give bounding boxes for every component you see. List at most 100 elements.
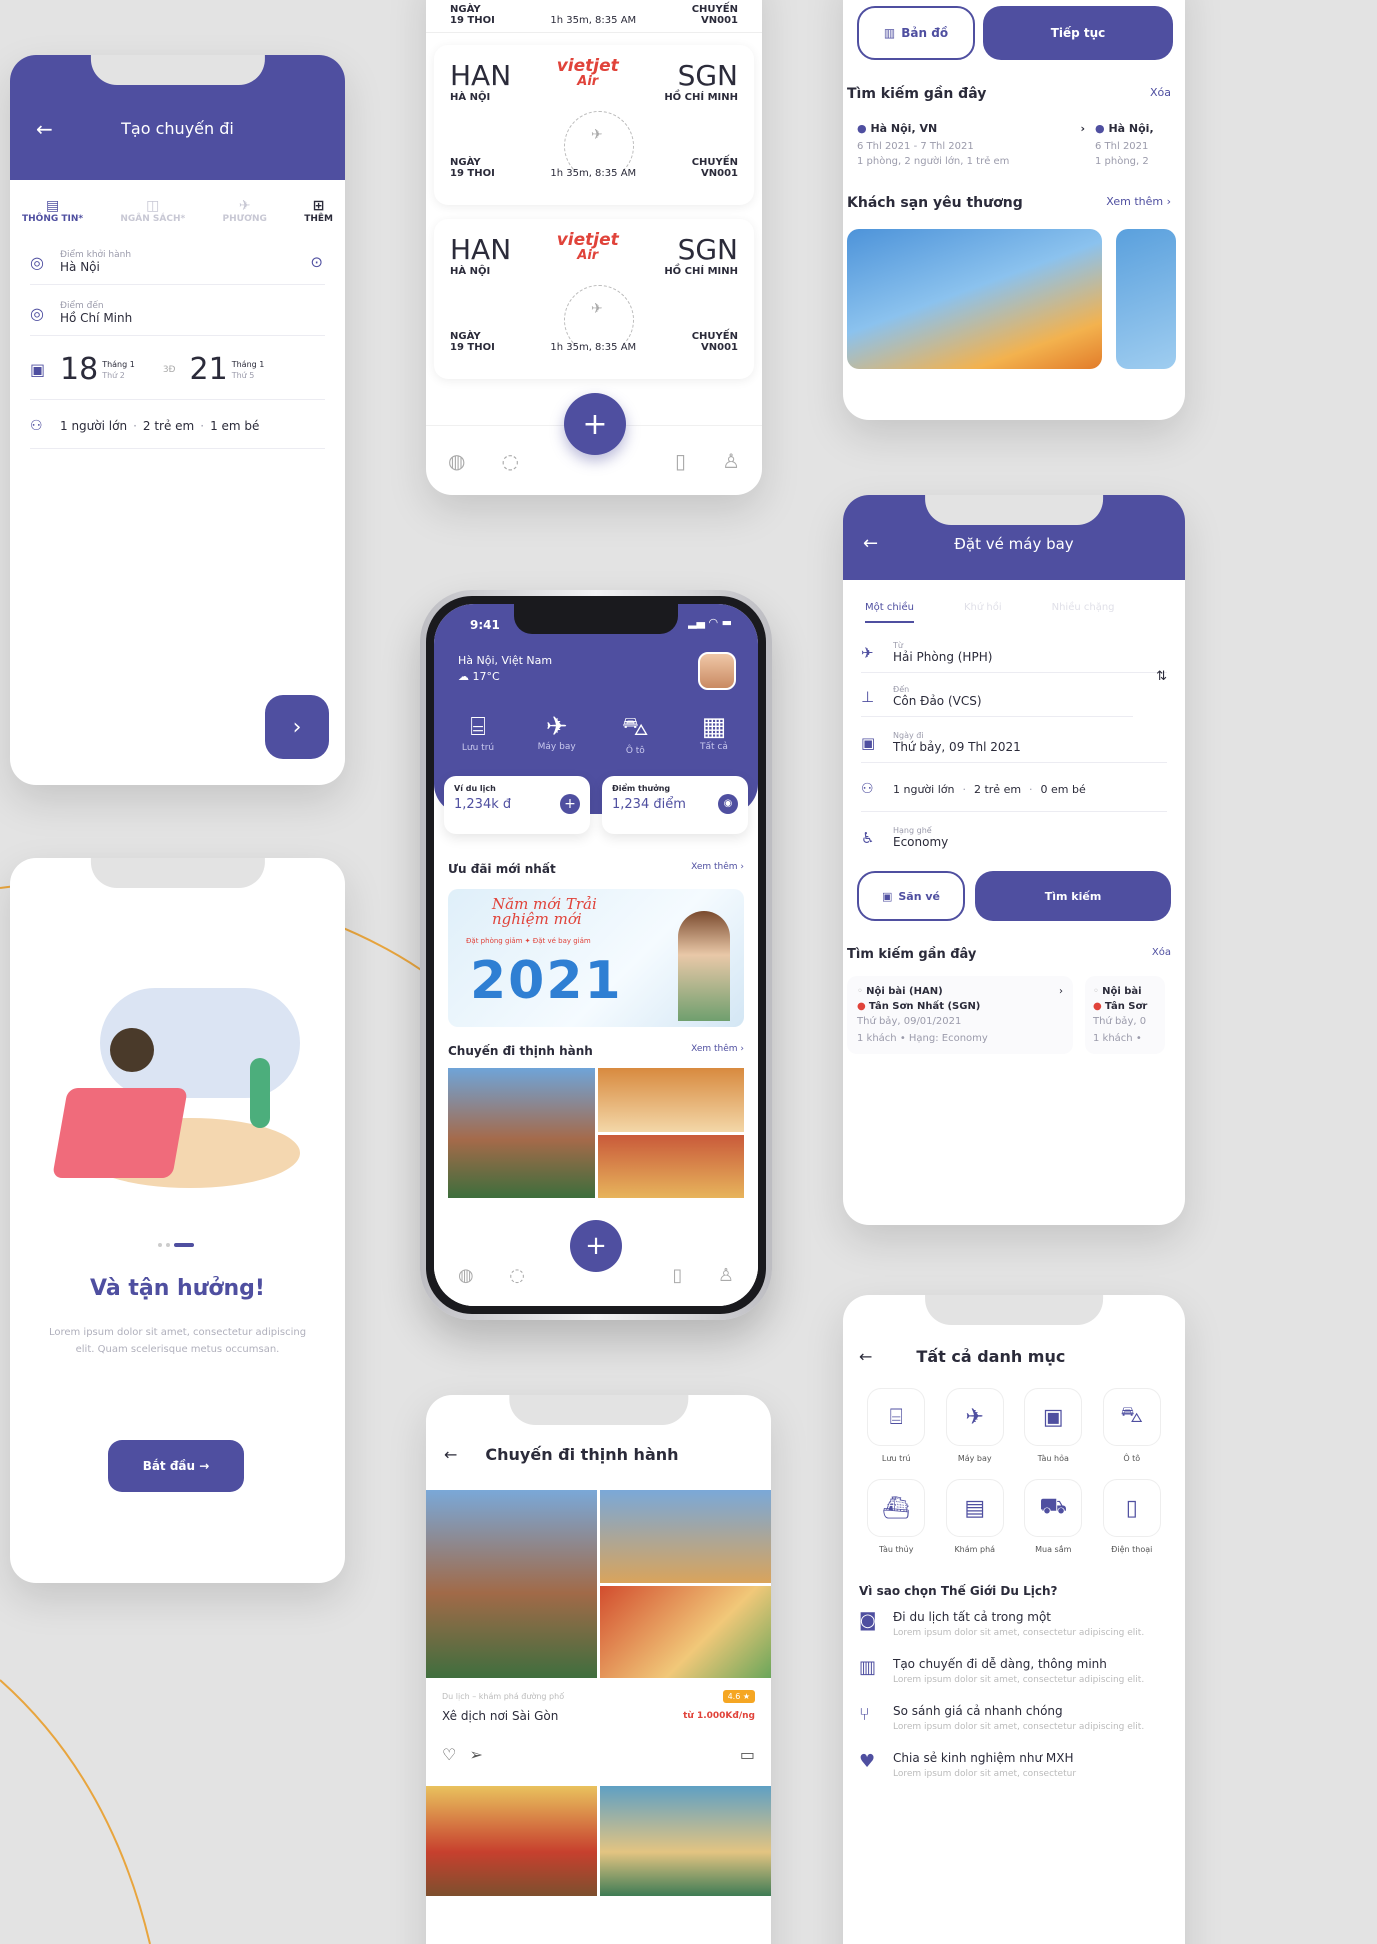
category-lodging[interactable]: ⌸ Lưu trú xyxy=(857,1388,936,1463)
add-button[interactable]: + xyxy=(570,1220,622,1272)
tab-transport[interactable]: ✈ PHƯƠNG xyxy=(222,198,266,224)
category-car[interactable]: ⛍ Ô tô xyxy=(1093,1388,1172,1463)
trip-photos[interactable] xyxy=(426,1786,771,1896)
landing-icon: ⊥ xyxy=(861,687,875,706)
swap-icon[interactable]: ⇅ xyxy=(1156,669,1167,684)
hotel-image[interactable] xyxy=(1116,229,1176,369)
luggage-icon[interactable]: ▯ xyxy=(672,1265,682,1286)
map-button[interactable]: ▥ Bản đồ xyxy=(857,6,975,60)
car-icon: ⛍ xyxy=(1102,1388,1161,1446)
to-field[interactable]: ⊥ Đến Côn Đảo (VCS) xyxy=(861,673,1133,717)
onboarding-screen: Và tận hưởng! Lorem ipsum dolor sit amet… xyxy=(10,858,345,1583)
category-shopping[interactable]: ⛟ Mua sắm xyxy=(1014,1479,1093,1554)
globe-icon[interactable]: ◍ xyxy=(458,1265,474,1286)
category-all[interactable]: ▦ Tất cả xyxy=(684,712,744,756)
chat-icon[interactable]: ◌ xyxy=(502,449,519,473)
points-card[interactable]: Điểm thưởng 1,234 điểm ◉ xyxy=(602,776,748,834)
tab-budget[interactable]: ◫ NGÂN SÁCH* xyxy=(120,198,185,224)
profile-icon[interactable]: ♙ xyxy=(722,449,740,473)
back-arrow-icon[interactable]: ← xyxy=(859,1347,872,1366)
departure-field[interactable]: ◎ Điểm khởi hành Hà Nội ⊙ xyxy=(30,234,325,285)
hotel-image[interactable] xyxy=(847,229,1102,369)
flight-card-partial[interactable]: NGÀY 19 THOI 1h 35m, 8:35 AM CHUYẾN VN00… xyxy=(426,0,762,33)
cloud-icon: ☁ xyxy=(458,670,469,683)
category-flight[interactable]: ✈ Máy bay xyxy=(936,1388,1015,1463)
pin-icon: ● xyxy=(1093,1001,1102,1012)
see-more-link[interactable]: Xem thêm › xyxy=(691,862,744,876)
profile-icon[interactable]: ♙ xyxy=(718,1265,734,1286)
add-button[interactable]: + xyxy=(564,393,626,455)
bed-icon: ⌸ xyxy=(867,1388,926,1446)
category-car[interactable]: ⛍ Ô tô xyxy=(605,712,665,756)
wallet-card[interactable]: Ví du lịch 1,234k đ + xyxy=(444,776,590,834)
from-field[interactable]: ✈ Từ Hải Phòng (HPH) ⇅ xyxy=(861,629,1167,684)
luggage-icon[interactable]: ▯ xyxy=(675,449,686,473)
next-button[interactable]: › xyxy=(265,695,329,759)
destination-field[interactable]: ◎ Điểm đến Hồ Chí Minh xyxy=(30,285,325,336)
train-icon: ▣ xyxy=(1024,1388,1083,1446)
passenger-field[interactable]: ⚇ 1 người lớn · 2 trẻ em · 0 em bé xyxy=(861,763,1167,812)
recent-flight-search[interactable]: ◦ Nội bài ● Tân Sơr Thứ bảy, 0 1 khách • xyxy=(1085,976,1165,1054)
deals-button[interactable]: ▣ Săn vé xyxy=(857,871,965,921)
trending-photos[interactable] xyxy=(448,1068,744,1198)
vietjet-logo: vietjet Air xyxy=(556,56,619,89)
category-train[interactable]: ▣ Tàu hỏa xyxy=(1014,1388,1093,1463)
avatar[interactable] xyxy=(698,652,736,690)
clear-link[interactable]: Xóa xyxy=(1150,86,1171,102)
explore-icon: ▤ xyxy=(945,1479,1004,1537)
locate-icon[interactable]: ⊙ xyxy=(310,253,323,271)
trip-name[interactable]: Xê dịch nơi Sài Gòn xyxy=(442,1709,558,1723)
phone-frame: 9:41 ▂▄ ◠ ▬ Hà Nội, Việt Nam ☁ 17°C ⌸ Lưu… xyxy=(420,590,772,1320)
search-button[interactable]: Tìm kiếm xyxy=(975,871,1171,921)
recent-flight-search[interactable]: ◦ Nội bài (HAN) › ● Tân Sơn Nhất (SGN) Th… xyxy=(847,976,1073,1054)
globe-icon[interactable]: ◍ xyxy=(448,449,465,473)
flight-card[interactable]: HAN HÀ NỘI vietjet Air SGN HỒ CHÍ MINH ✈ NG… xyxy=(434,45,754,205)
back-arrow-icon[interactable]: ← xyxy=(444,1445,457,1464)
tab-round-trip[interactable]: Khứ hồi xyxy=(964,602,1002,623)
tab-more[interactable]: ⊞ THÊM xyxy=(304,198,333,224)
create-trip-screen: ← Tạo chuyến đi ▤ THÔNG TIN* ◫ NGÂN SÁCH… xyxy=(10,55,345,785)
category-phone[interactable]: ▯ Điện thoại xyxy=(1093,1479,1172,1554)
car-icon: ⛍ xyxy=(621,712,649,742)
calendar-icon: ▣ xyxy=(861,733,876,752)
onboarding-illustration xyxy=(40,968,310,1218)
bed-icon: ⌸ xyxy=(470,712,486,742)
flight-card[interactable]: HAN HÀ NỘI vietjet Air SGN HỒ CHÍ MINH ✈ NG… xyxy=(434,219,754,379)
category-explore[interactable]: ▤ Khám phá xyxy=(936,1479,1015,1554)
reason-item: ♥ Chia sẻ kinh nghiệm như MXH Lorem ipsum… xyxy=(859,1751,1169,1782)
recent-search-item[interactable]: ● Hà Nội, 6 Thl 2021 1 phòng, 2 xyxy=(1095,122,1175,167)
class-field[interactable]: ♿ Hạng ghế Economy xyxy=(861,812,1167,857)
tab-info[interactable]: ▤ THÔNG TIN* xyxy=(22,198,83,224)
tab-one-way[interactable]: Một chiều xyxy=(865,602,914,623)
plus-square-icon: ⊞ xyxy=(312,198,325,214)
bookmark-icon[interactable]: ▭ xyxy=(740,1745,755,1764)
date-range-field[interactable]: ▣ 18 Tháng 1 Thứ 2 3Đ 21 Tháng 1 Thứ 5 xyxy=(30,336,325,400)
start-button[interactable]: Bắt đầu → xyxy=(108,1440,244,1492)
location-pin-icon: ◎ xyxy=(30,252,44,272)
trip-photos[interactable] xyxy=(426,1490,771,1678)
see-more-link[interactable]: Xem thêm › xyxy=(1106,195,1171,211)
continue-button[interactable]: Tiếp tục xyxy=(983,6,1173,60)
promo-banner[interactable]: Năm mới Trải nghiệm mới Đặt phòng giảm ✦… xyxy=(448,889,744,1027)
pin-icon: ● xyxy=(857,1001,866,1012)
add-circle-icon[interactable]: + xyxy=(560,794,580,814)
send-icon[interactable]: ➢ xyxy=(469,1745,482,1764)
clear-link[interactable]: Xóa xyxy=(1152,947,1171,962)
passenger-field[interactable]: ⚇ 1 người lớn · 2 trẻ em · 1 em bé xyxy=(30,400,325,449)
tab-multi-city[interactable]: Nhiều chặng xyxy=(1052,602,1115,623)
map-icon: ▥ xyxy=(883,26,896,40)
phone-notch xyxy=(514,604,678,634)
see-more-link[interactable]: Xem thêm › xyxy=(691,1044,744,1058)
heart-icon[interactable]: ♡ xyxy=(442,1745,456,1764)
category-ship[interactable]: ⛴ Tàu thủy xyxy=(857,1479,936,1554)
plane-icon: ✈ xyxy=(945,1388,1004,1446)
camera-icon: ◙ xyxy=(859,1610,877,1631)
calendar-icon: ▣ xyxy=(30,360,46,379)
eye-icon[interactable]: ◉ xyxy=(718,794,738,814)
category-flight[interactable]: ✈ Máy bay xyxy=(527,712,587,756)
recent-search-item[interactable]: ● Hà Nội, VN › 6 Thl 2021 - 7 Thl 2021 1 … xyxy=(857,122,1085,167)
category-lodging[interactable]: ⌸ Lưu trú xyxy=(448,712,508,756)
ticket-icon: ▣ xyxy=(881,889,893,903)
date-field[interactable]: ▣ Ngày đi Thứ bảy, 09 Thl 2021 xyxy=(861,717,1167,763)
chat-icon[interactable]: ◌ xyxy=(509,1265,525,1286)
